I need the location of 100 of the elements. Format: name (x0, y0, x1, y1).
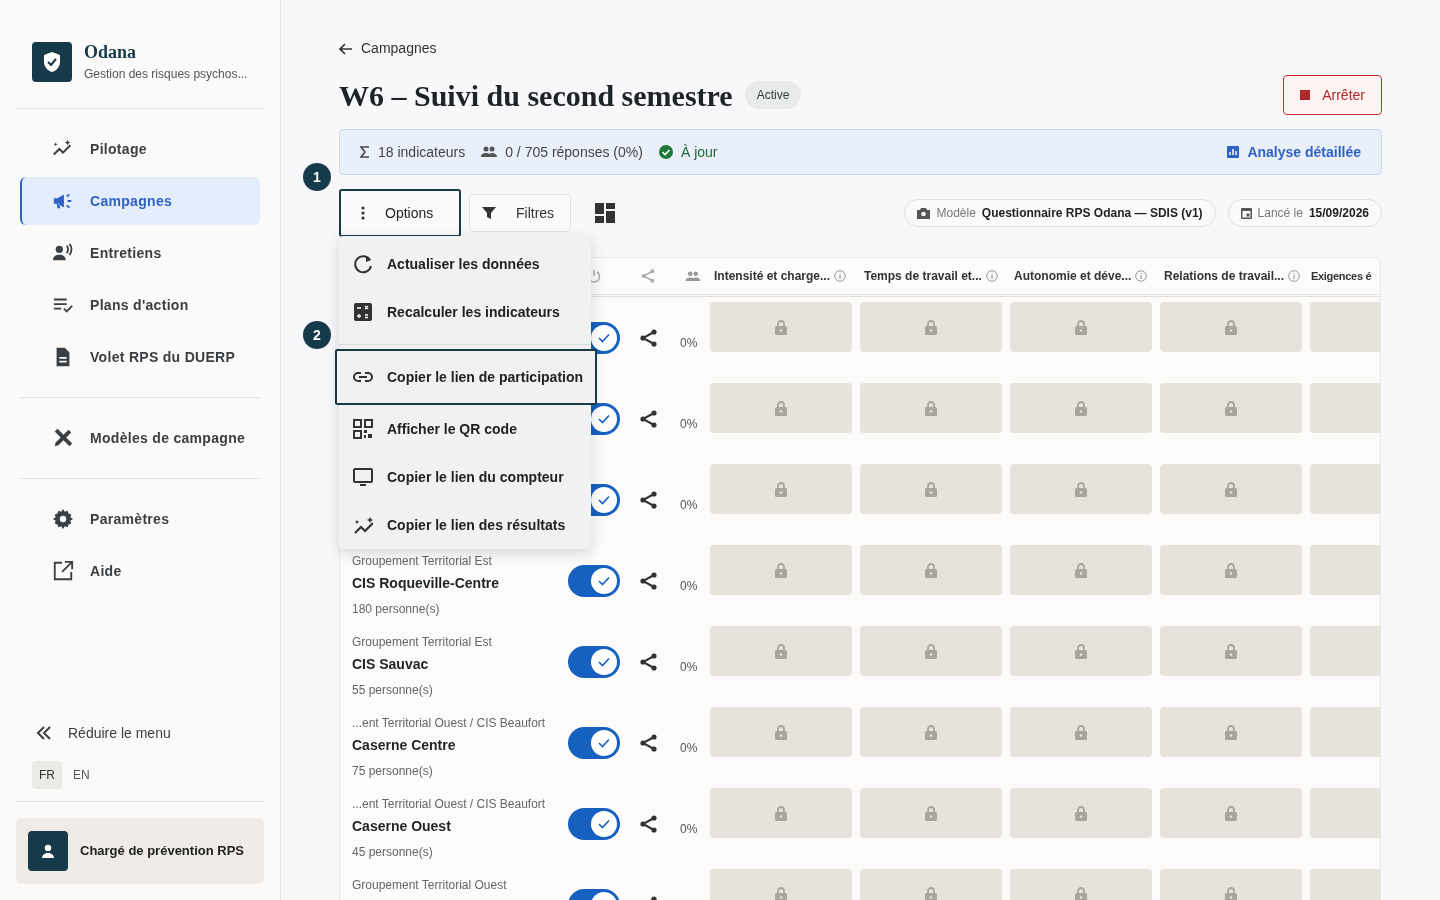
info-icon (1288, 270, 1301, 282)
headcount: 55 personne(s) (352, 682, 434, 699)
menu-item[interactable]: Copier le lien de participation (335, 349, 597, 405)
language-option[interactable]: EN (66, 761, 97, 789)
check-icon (598, 657, 610, 667)
model-name: Questionnaire RPS Odana — SDIS (v1) (981, 205, 1203, 222)
check-circle-icon (658, 145, 673, 159)
person-icon (40, 843, 56, 859)
check-icon (598, 333, 610, 343)
sidebar-item[interactable]: Pilotage (20, 125, 260, 173)
menu-item[interactable]: Copier le lien des résultats (339, 501, 591, 549)
double-chevron-icon (36, 726, 52, 740)
menu-item[interactable]: Actualiser les données (339, 240, 591, 288)
indicator-count: 18 indicateurs (378, 142, 466, 162)
people-icon (481, 146, 498, 158)
sidebar-item[interactable]: Aide (20, 547, 260, 595)
toggle-switch[interactable] (568, 727, 620, 759)
column-header: Relations de travail... (1164, 268, 1285, 285)
refresh-icon (353, 254, 373, 274)
calendar-icon (1240, 207, 1252, 219)
external-link-icon (52, 560, 74, 582)
camera-icon (917, 207, 931, 219)
check-icon (598, 495, 610, 505)
sidebar-item[interactable]: Volet RPS du DUERP (20, 333, 260, 381)
share-icon[interactable] (639, 734, 657, 752)
response-count: 0 / 705 réponses (0%) (505, 142, 643, 162)
bar-chart-icon (1227, 146, 1240, 158)
page-title: W6 – Suivi du second semestre (339, 77, 733, 114)
share-icon[interactable] (639, 491, 657, 509)
options-button[interactable]: Options (339, 189, 461, 237)
more-vertical-icon (361, 206, 365, 220)
site-name: CIS Sauvac (352, 655, 430, 674)
sidebar-item[interactable]: Plans d'action (20, 281, 260, 329)
user-role: Chargé de prévention RPS (80, 842, 244, 861)
group-path: Groupement Territorial Est (352, 553, 493, 570)
response-rate: 0% (680, 660, 698, 674)
stop-button[interactable]: Arrêter (1283, 75, 1382, 115)
share-icon[interactable] (639, 815, 657, 833)
info-icon (985, 270, 998, 282)
site-name: Caserne Ouest (352, 817, 452, 836)
status-badge: Active (744, 81, 802, 109)
filter-button[interactable]: Filtres (469, 194, 571, 232)
sidebar-item[interactable]: Campagnes (20, 177, 260, 225)
sidebar-item[interactable]: Paramètres (20, 495, 260, 543)
headcount: 75 personne(s) (352, 763, 434, 780)
group-path: ...ent Territorial Ouest / CIS Beaufort (352, 715, 547, 732)
tools-icon (52, 427, 74, 449)
toggle-switch[interactable] (568, 565, 620, 597)
menu-item[interactable]: Copier le lien du compteur (339, 453, 591, 501)
check-icon (598, 576, 610, 586)
toggle-switch[interactable] (568, 808, 620, 840)
arrow-left-icon (339, 42, 353, 55)
response-rate: 0% (680, 417, 698, 431)
detailed-analysis-link[interactable]: Analyse détaillée (1227, 141, 1361, 163)
monitor-icon (353, 467, 373, 487)
column-header: Exigences é (1311, 268, 1372, 284)
response-rate: 0% (680, 579, 698, 593)
headcount: 180 personne(s) (352, 601, 441, 618)
share-icon[interactable] (639, 410, 657, 428)
menu-item[interactable]: Recalculer les indicateurs (339, 288, 591, 336)
column-header: Temps de travail et... (864, 268, 982, 285)
menu-item[interactable]: Afficher le QR code (339, 405, 591, 453)
language-option[interactable]: FR (32, 761, 62, 789)
headcount: 45 personne(s) (352, 844, 434, 861)
sidebar-item[interactable]: Modèles de campagne (20, 414, 260, 462)
column-header: Autonomie et déve... (1014, 268, 1132, 285)
brand-name: Odana (84, 41, 138, 64)
response-rate: 0% (680, 741, 698, 755)
layout-grid-icon[interactable] (595, 203, 615, 223)
sigma-icon (360, 146, 370, 158)
share-icon[interactable] (639, 572, 657, 590)
check-icon (598, 414, 610, 424)
qr-code-icon (353, 419, 373, 439)
share-icon[interactable] (639, 329, 657, 347)
user-card[interactable]: Chargé de prévention RPS (16, 818, 264, 884)
calculator-icon (353, 302, 373, 322)
response-rate: 0% (680, 498, 698, 512)
launch-date: 15/09/2026 (1308, 205, 1369, 222)
group-path: ...ent Territorial Ouest / CIS Beaufort (352, 796, 547, 813)
back-link[interactable]: Campagnes (339, 0, 437, 59)
step-badge: 2 (303, 321, 331, 349)
filter-icon (482, 206, 496, 220)
sync-status: À jour (680, 142, 718, 162)
check-icon (598, 819, 610, 829)
shield-icon (42, 51, 62, 73)
column-header: Intensité et charge... (714, 268, 831, 285)
check-icon (598, 738, 610, 748)
info-icon (1135, 270, 1148, 282)
share-icon[interactable] (639, 653, 657, 671)
people-icon (685, 270, 701, 282)
toggle-switch[interactable] (568, 646, 620, 678)
response-rate: 0% (680, 336, 698, 350)
stop-icon (1300, 90, 1311, 100)
launch-label: Lancé le (1257, 205, 1303, 222)
share-icon (641, 269, 655, 283)
sidebar-item[interactable]: Entretiens (20, 229, 260, 277)
collapse-menu-button[interactable]: Réduire le menu (16, 713, 264, 753)
group-path: Groupement Territorial Ouest (352, 877, 508, 894)
settings-icon (52, 508, 74, 530)
brand-subtitle: Gestion des risques psychos... (84, 66, 248, 83)
